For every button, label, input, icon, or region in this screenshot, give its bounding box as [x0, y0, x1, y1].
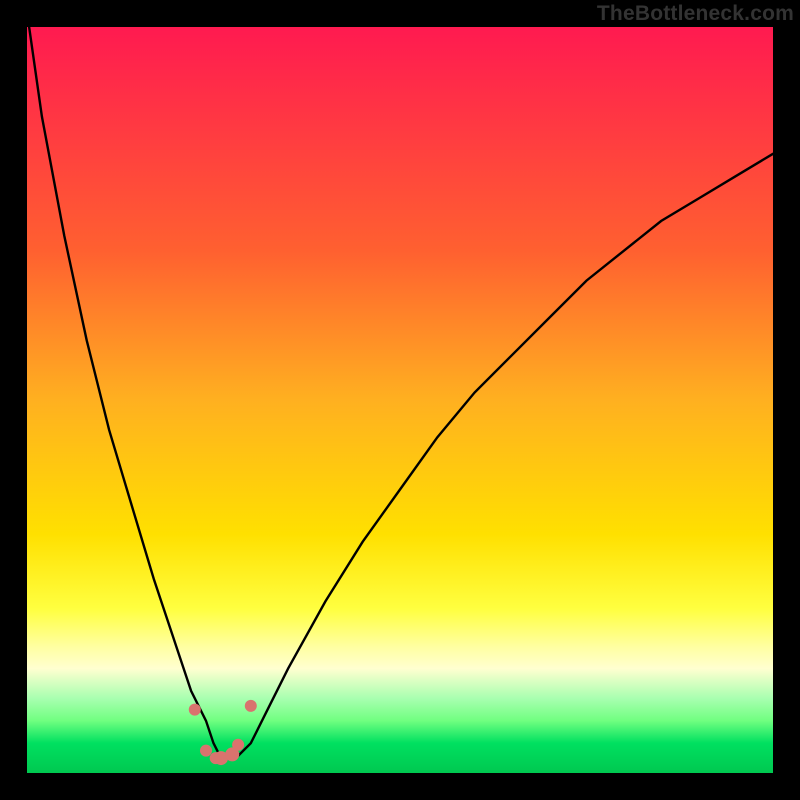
watermark-text: TheBottleneck.com: [597, 2, 794, 26]
chart-container: TheBottleneck.com: [0, 0, 800, 800]
chart-border: [0, 0, 800, 800]
